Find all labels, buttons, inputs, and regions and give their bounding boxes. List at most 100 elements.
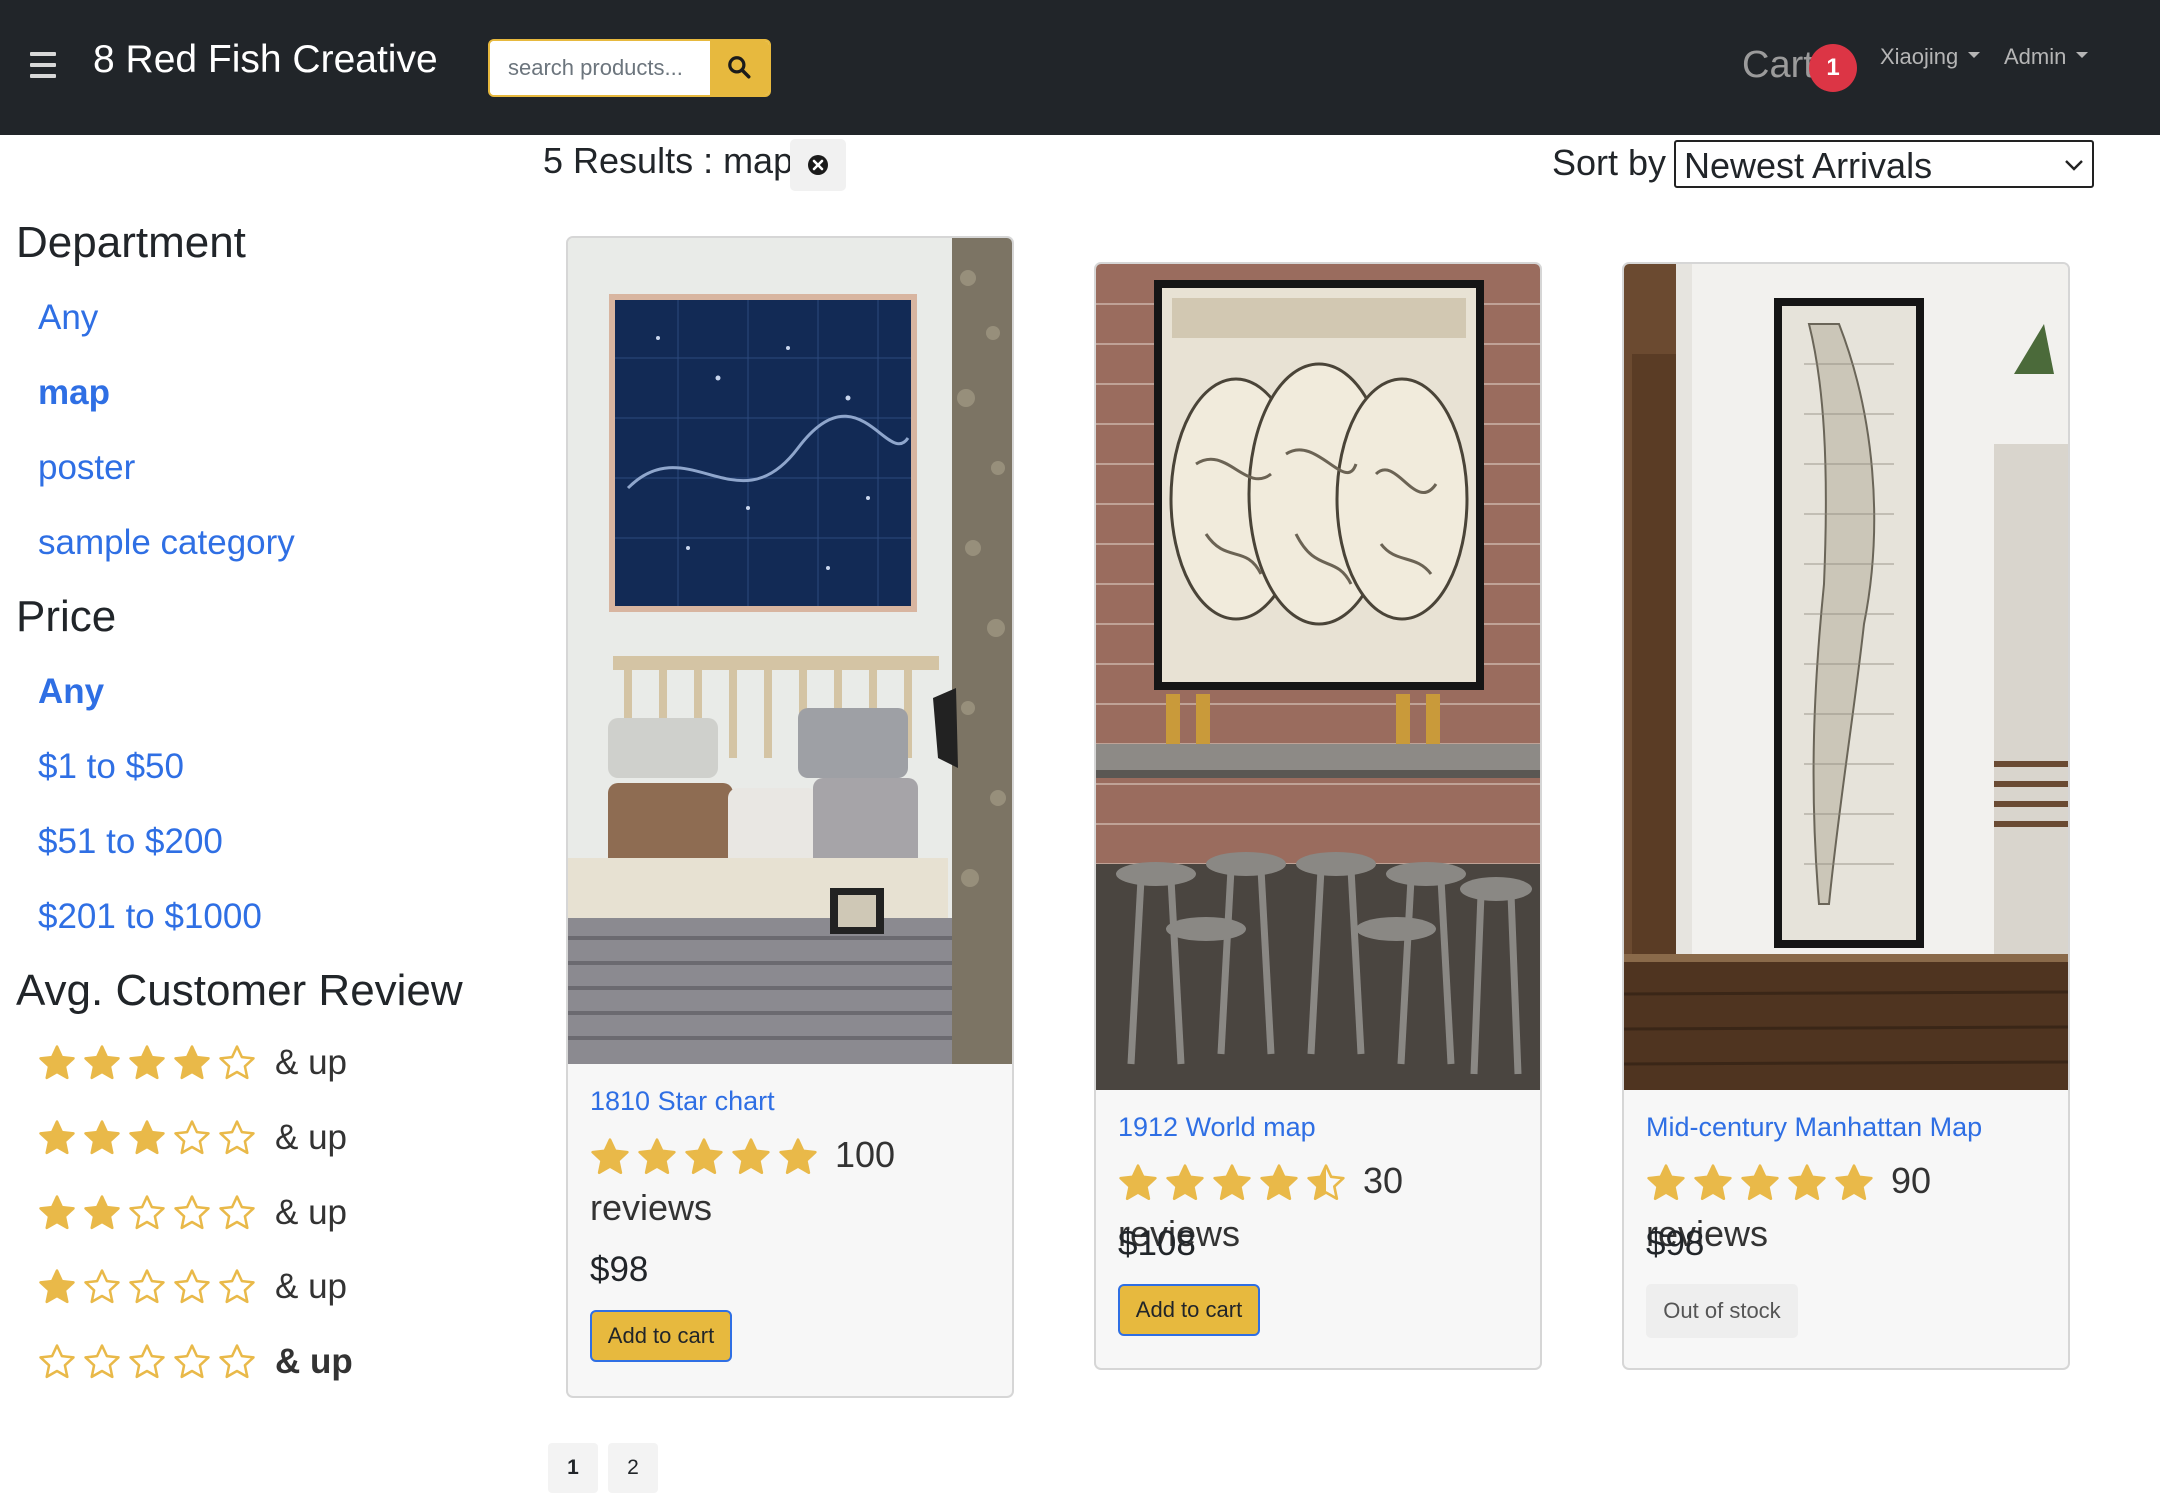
product-title-link[interactable]: Mid-century Manhattan Map (1646, 1112, 1982, 1143)
star-icon (84, 1344, 120, 1379)
star-icon (638, 1138, 676, 1175)
department-sample-category[interactable]: sample category (38, 523, 295, 563)
rating-stars (38, 1044, 263, 1082)
product-card: 1912 World map 30 reviews $108 Add to ca… (1094, 262, 1542, 1370)
star-icon (1213, 1164, 1251, 1201)
star-icon (39, 1120, 75, 1155)
admin-menu-dropdown[interactable]: Admin (2004, 44, 2089, 70)
results-summary: 5 Results : map (543, 140, 794, 181)
star-icon (1260, 1164, 1298, 1201)
star-icon (219, 1120, 255, 1155)
department-map[interactable]: map (38, 373, 110, 413)
admin-menu-label: Admin (2004, 44, 2067, 69)
star-icon (84, 1045, 120, 1080)
price-1-to-50[interactable]: $1 to $50 (38, 747, 184, 787)
star-icon (1119, 1164, 1157, 1201)
star-icon (219, 1045, 255, 1080)
department-heading: Department (16, 218, 246, 267)
product-image[interactable] (568, 238, 1012, 1064)
star-icon (39, 1269, 75, 1304)
star-icon (219, 1269, 255, 1304)
rating-stars (1118, 1160, 1353, 1201)
brand-title[interactable]: 8 Red Fish Creative (93, 38, 438, 82)
star-icon (174, 1269, 210, 1304)
star-icon (174, 1120, 210, 1155)
cart-count-badge: 1 (1809, 44, 1857, 92)
sort-label: Sort by (1552, 142, 1667, 183)
review-filter-2-up[interactable]: & up (38, 1193, 347, 1239)
review-filter-suffix: & up (275, 1043, 347, 1082)
star-icon (39, 1195, 75, 1230)
star-icon (39, 1344, 75, 1379)
product-title-link[interactable]: 1810 Star chart (590, 1086, 775, 1117)
out-of-stock-label: Out of stock (1646, 1284, 1798, 1338)
product-image[interactable] (1096, 264, 1540, 1090)
star-icon (174, 1195, 210, 1230)
price-51-to-200[interactable]: $51 to $200 (38, 822, 223, 862)
star-icon (1166, 1164, 1204, 1201)
rating-stars (38, 1119, 263, 1157)
pagination-page-1[interactable]: 1 (548, 1443, 598, 1493)
product-image[interactable] (1624, 264, 2068, 1090)
department-any[interactable]: Any (38, 298, 98, 338)
cart-link[interactable]: Cart (1742, 44, 1814, 87)
department-poster[interactable]: poster (38, 448, 135, 488)
clear-search-button[interactable] (790, 139, 846, 191)
sort-select[interactable]: Newest Arrivals (1674, 140, 2094, 188)
price-any[interactable]: Any (38, 672, 104, 712)
search-button[interactable] (710, 41, 769, 95)
hamburger-icon[interactable] (30, 52, 56, 82)
top-navbar: 8 Red Fish Creative Cart 1 Xiaojing Admi… (0, 0, 2160, 135)
star-icon (1741, 1164, 1779, 1201)
review-filter-4-up[interactable]: & up (38, 1043, 347, 1089)
star-icon (1647, 1164, 1685, 1201)
price-heading: Price (16, 592, 117, 641)
star-icon (84, 1269, 120, 1304)
caret-down-icon (1968, 52, 1981, 59)
product-card: 1810 Star chart 100 reviews $98 Add to c… (566, 236, 1014, 1398)
chevron-down-icon (2065, 160, 2083, 171)
add-to-cart-button[interactable]: Add to cart (590, 1310, 732, 1362)
review-filter-suffix: & up (275, 1267, 347, 1306)
product-title-link[interactable]: 1912 World map (1118, 1112, 1316, 1143)
star-icon (84, 1120, 120, 1155)
star-icon (591, 1138, 629, 1175)
review-filter-suffix: & up (275, 1118, 347, 1157)
review-filter-suffix: & up (275, 1342, 353, 1381)
rating-stars (38, 1268, 263, 1306)
star-icon (219, 1195, 255, 1230)
product-rating: 100 reviews (590, 1128, 1000, 1234)
star-icon (1307, 1164, 1345, 1201)
star-icon (174, 1045, 210, 1080)
star-icon (1788, 1164, 1826, 1201)
star-icon (685, 1138, 723, 1175)
search-input[interactable] (490, 41, 708, 95)
review-filter-1-up[interactable]: & up (38, 1267, 347, 1313)
product-card: Mid-century Manhattan Map 90 reviews $98… (1622, 262, 2070, 1370)
review-filter-3-up[interactable]: & up (38, 1118, 347, 1164)
review-filter-suffix: & up (275, 1193, 347, 1232)
product-price: $98 (590, 1250, 649, 1289)
add-to-cart-button[interactable]: Add to cart (1118, 1284, 1260, 1336)
star-icon (129, 1045, 165, 1080)
user-menu-label: Xiaojing (1880, 44, 1959, 69)
review-filter-0-up[interactable]: & up (38, 1342, 353, 1388)
star-icon (779, 1138, 817, 1175)
product-price: $98 (1646, 1224, 1705, 1263)
price-201-to-1000[interactable]: $201 to $1000 (38, 897, 262, 937)
sort-select-value: Newest Arrivals (1684, 145, 1933, 186)
star-icon (1694, 1164, 1732, 1201)
star-icon (39, 1045, 75, 1080)
star-icon (174, 1344, 210, 1379)
product-price: $108 (1118, 1224, 1196, 1263)
product-rating: 90 reviews (1646, 1154, 2056, 1260)
star-icon (129, 1120, 165, 1155)
search-icon (728, 56, 751, 79)
star-icon (84, 1195, 120, 1230)
star-icon (129, 1195, 165, 1230)
rating-stars (1646, 1160, 1881, 1201)
star-icon (219, 1344, 255, 1379)
rating-stars (38, 1343, 263, 1381)
pagination-page-2[interactable]: 2 (608, 1443, 658, 1493)
user-menu-dropdown[interactable]: Xiaojing (1880, 44, 1981, 70)
